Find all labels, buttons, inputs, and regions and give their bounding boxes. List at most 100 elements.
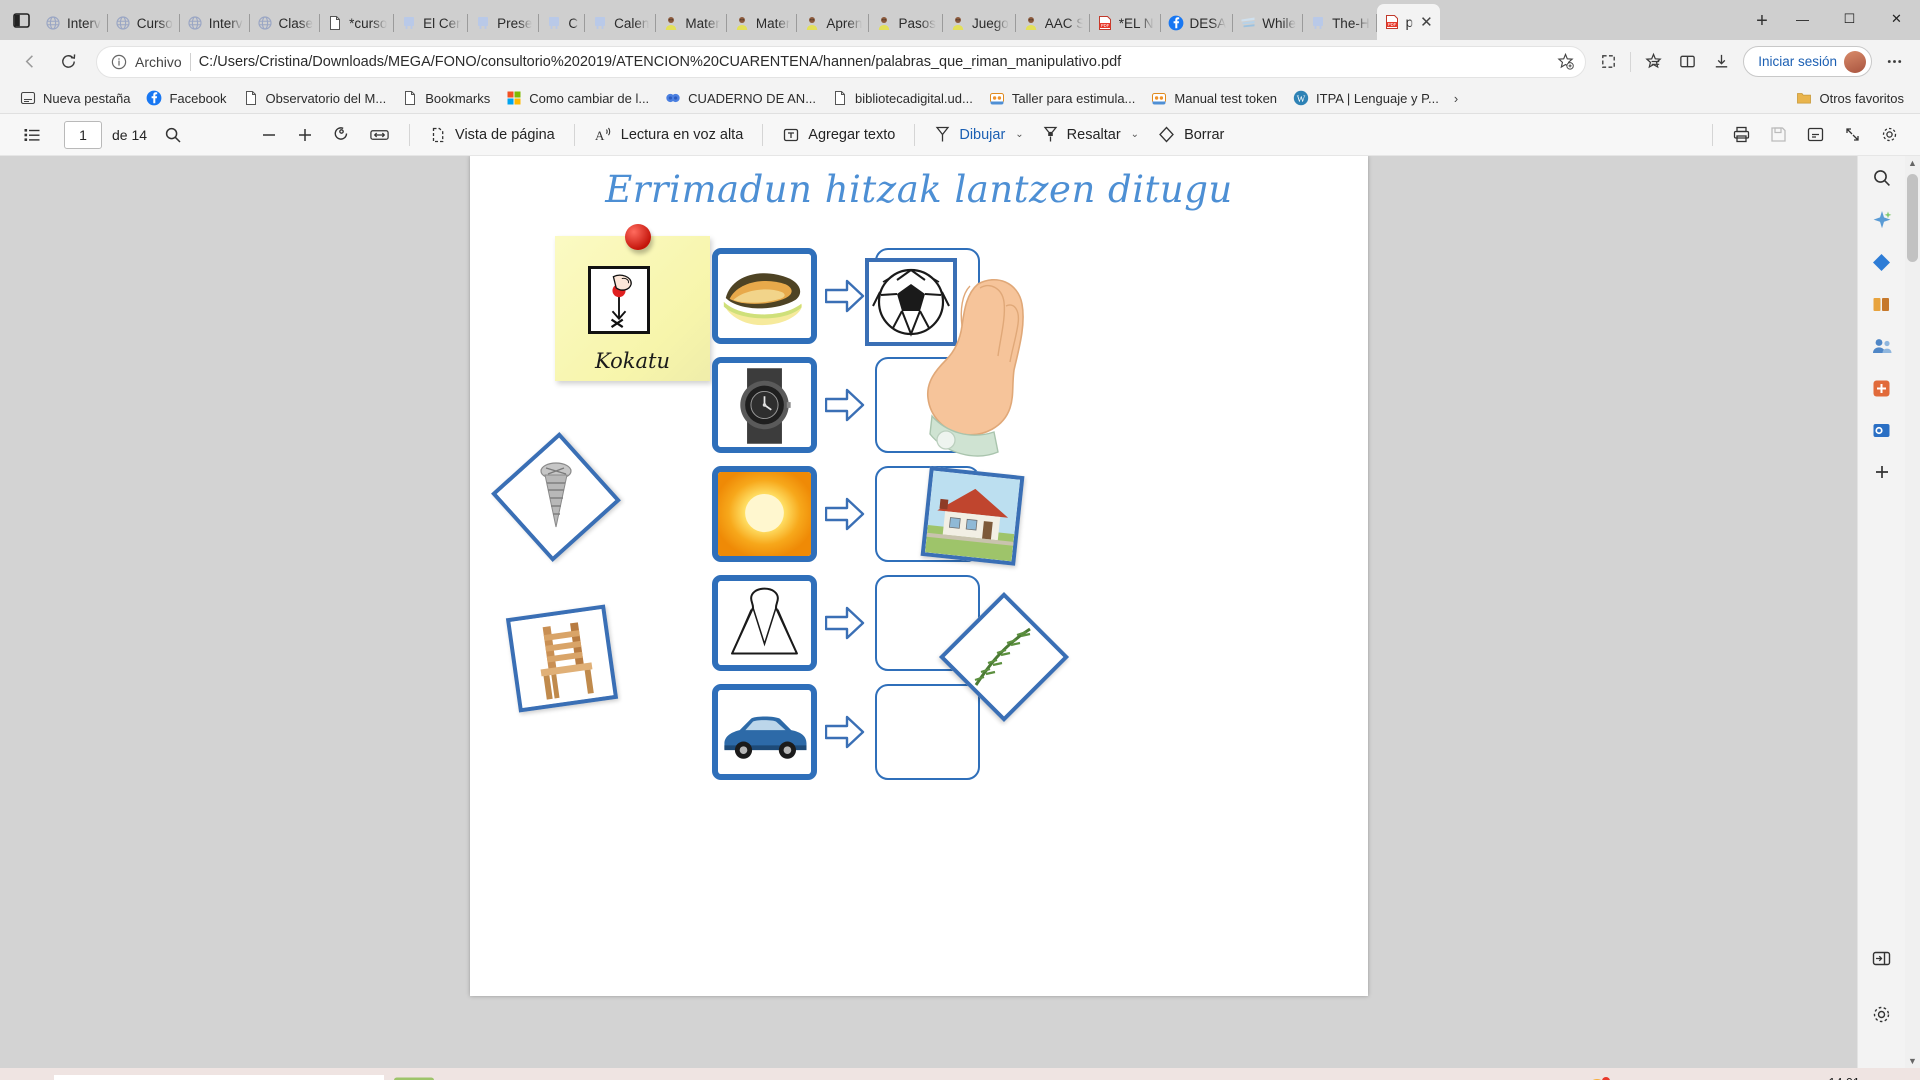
maximize-button[interactable]: ☐ <box>1826 0 1873 38</box>
add-favorite-icon[interactable] <box>1553 52 1577 71</box>
browser-tab[interactable]: C <box>539 6 585 40</box>
chair-card[interactable] <box>505 604 619 713</box>
edge-icon[interactable] <box>484 1070 528 1080</box>
avatar[interactable] <box>1844 50 1866 73</box>
save-button[interactable] <box>1760 120 1797 149</box>
browser-tab[interactable]: PDF *EL N <box>1090 6 1161 40</box>
collections-icon[interactable] <box>1592 46 1624 78</box>
bookmark-item[interactable]: Nueva pestaña <box>12 87 138 109</box>
browser-tab[interactable]: Calen <box>585 6 657 40</box>
prompt-card-melon[interactable] <box>712 248 817 344</box>
scrollbar-thumb[interactable] <box>1907 174 1918 262</box>
search-icon[interactable] <box>1868 164 1896 192</box>
close-button[interactable]: ✕ <box>1873 0 1920 38</box>
windows-start-icon[interactable] <box>6 1068 52 1080</box>
browser-tab[interactable]: While <box>1233 6 1303 40</box>
chevron-down-icon-2[interactable]: ⌄ <box>1131 129 1139 140</box>
chrome-icon[interactable] <box>530 1070 574 1080</box>
prompt-card-sun[interactable] <box>712 466 817 562</box>
split-screen-icon[interactable] <box>1671 46 1703 78</box>
page-thumbnails-button[interactable] <box>14 121 50 149</box>
bookmark-item[interactable]: Bookmarks <box>394 87 498 109</box>
add-icon[interactable] <box>1868 458 1896 486</box>
teams-icon[interactable] <box>622 1070 666 1080</box>
collections-icon[interactable] <box>1868 290 1896 318</box>
word-icon[interactable]: W <box>760 1070 804 1080</box>
browser-tab[interactable]: The-H <box>1303 6 1377 40</box>
page-view-button[interactable]: Vista de página <box>420 121 564 149</box>
draw-button[interactable]: Dibujar ⌄ <box>925 120 1032 149</box>
bookmark-item[interactable]: Manual test token <box>1143 87 1285 109</box>
bookmark-item[interactable]: CUADERNO DE AN... <box>657 87 824 109</box>
highlight-button[interactable]: Resaltar ⌄ <box>1033 120 1148 149</box>
save-as-button[interactable] <box>1797 120 1834 149</box>
settings-gear-icon[interactable] <box>1868 1000 1896 1028</box>
browser-tab[interactable]: Interv <box>38 6 108 40</box>
pdf-viewer-area[interactable]: Errimadun hitzak lantzen ditugu Kokatu ▲… <box>0 156 1920 1068</box>
browser-tab[interactable]: PDF p ✕ <box>1376 4 1440 40</box>
bookmarks-overflow-button[interactable]: › <box>1447 88 1465 109</box>
favorites-icon[interactable] <box>1637 46 1669 78</box>
bookmark-item[interactable]: Observatorio del M... <box>235 87 395 109</box>
settings-button[interactable] <box>1871 120 1908 149</box>
viewer-scrollbar[interactable]: ▲ ▼ <box>1905 156 1920 1068</box>
sign-in-button[interactable]: Iniciar sesión <box>1743 46 1872 77</box>
screw-card[interactable] <box>491 432 621 562</box>
browser-tab[interactable]: Mater <box>656 6 727 40</box>
bookmark-item[interactable]: W ITPA | Lenguaje y P... <box>1285 87 1447 109</box>
read-aloud-button[interactable]: A Lectura en voz alta <box>585 121 753 149</box>
zoom-out-button[interactable] <box>251 121 287 149</box>
rotate-button[interactable] <box>323 120 360 149</box>
browser-tab[interactable]: Mater <box>727 6 798 40</box>
prompt-card-watch[interactable] <box>712 357 817 453</box>
shopping-icon[interactable] <box>1868 248 1896 276</box>
outlook-icon[interactable] <box>1868 416 1896 444</box>
tab-actions-icon[interactable] <box>4 3 38 37</box>
bookmark-item[interactable]: bibliotecadigital.ud... <box>824 87 981 109</box>
copilot-icon[interactable] <box>1868 206 1896 234</box>
tab-close-icon[interactable]: ✕ <box>1420 15 1433 30</box>
browser-tab[interactable]: El Cen <box>394 6 469 40</box>
sidebar-toggle-icon[interactable] <box>1868 944 1896 972</box>
info-circle-icon[interactable] <box>111 54 127 70</box>
browser-tab[interactable]: Clase <box>250 6 321 40</box>
address-bar[interactable]: Archivo C:/Users/Cristina/Downloads/MEGA… <box>96 45 1587 78</box>
print-button[interactable] <box>1723 120 1760 149</box>
prompt-card-cape[interactable] <box>712 575 817 671</box>
address-url-text[interactable]: C:/Users/Cristina/Downloads/MEGA/FONO/co… <box>199 54 1546 70</box>
taskbar-search-box[interactable]: Escribe aquí para buscar <box>54 1075 384 1080</box>
browser-tab[interactable]: Pasos <box>869 6 943 40</box>
bookmark-item[interactable]: Facebook <box>138 87 234 109</box>
browser-tab[interactable]: Prese <box>468 6 540 40</box>
erase-button[interactable]: Borrar <box>1148 120 1233 149</box>
minimize-button[interactable]: — <box>1779 0 1826 38</box>
back-button[interactable] <box>14 46 46 78</box>
spotify-icon[interactable] <box>714 1070 758 1080</box>
bookmark-item[interactable]: Taller para estimula... <box>981 87 1144 109</box>
zoom-in-button[interactable] <box>287 121 323 149</box>
fullscreen-button[interactable] <box>1834 120 1871 149</box>
download-icon[interactable] <box>1705 46 1737 78</box>
search-button[interactable] <box>155 121 191 149</box>
page-number-input[interactable]: 1 <box>64 120 102 149</box>
scroll-up-arrow-icon[interactable]: ▲ <box>1905 158 1920 168</box>
bookmark-item[interactable]: Como cambiar de l... <box>498 87 657 109</box>
clock[interactable]: 14:01 15/11/2022 <box>1813 1075 1875 1080</box>
add-text-button[interactable]: Agregar texto <box>773 121 904 149</box>
fit-width-button[interactable] <box>360 121 399 149</box>
powerpoint-icon[interactable]: P <box>806 1070 850 1080</box>
browser-tab[interactable]: Apren <box>797 6 870 40</box>
contacts-icon[interactable] <box>1868 332 1896 360</box>
browser-tab[interactable]: DESA <box>1161 6 1234 40</box>
mail-icon[interactable] <box>438 1070 482 1080</box>
firefox-icon[interactable] <box>668 1070 712 1080</box>
tools-icon[interactable] <box>1868 374 1896 402</box>
browser-tab[interactable]: AAC S <box>1016 6 1090 40</box>
browser-tab[interactable]: *curso <box>320 6 395 40</box>
reload-button[interactable] <box>52 46 84 78</box>
browser-tab[interactable]: Interv <box>180 6 250 40</box>
more-options-icon[interactable] <box>1878 46 1910 78</box>
drop-slot-5[interactable] <box>875 684 980 780</box>
new-tab-button[interactable]: + <box>1745 4 1779 38</box>
otter-widget[interactable] <box>392 1070 436 1080</box>
